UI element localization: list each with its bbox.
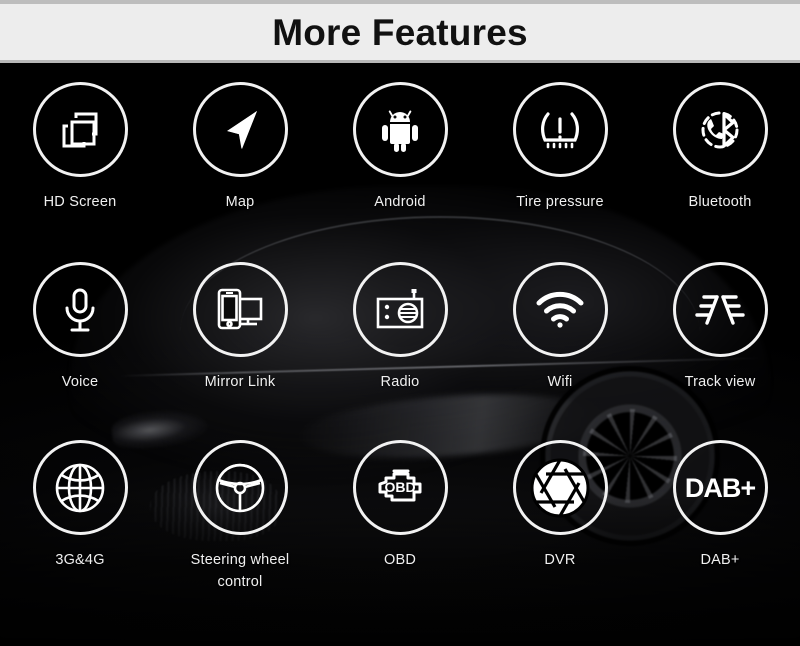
feature-label: DVR bbox=[544, 552, 576, 568]
obd-icon-text: OBD bbox=[384, 479, 415, 495]
feature-label: Android bbox=[374, 194, 426, 210]
camera-aperture-icon bbox=[530, 458, 590, 517]
feature-label: Track view bbox=[684, 374, 756, 390]
feature-item-bluetooth[interactable]: Bluetooth bbox=[640, 82, 800, 262]
feature-grid: HD Screen Map Android Tire pressure Blue… bbox=[0, 66, 800, 646]
icon-circle bbox=[672, 82, 768, 177]
tire-pressure-warning-icon bbox=[541, 111, 579, 148]
feature-item-obd[interactable]: OBD OBD bbox=[320, 440, 480, 630]
feature-item-dvr[interactable]: DVR bbox=[480, 440, 640, 630]
icon-circle bbox=[512, 82, 608, 177]
dab-icon-text: DAB+ bbox=[685, 473, 755, 503]
feature-label: Radio bbox=[380, 374, 420, 390]
track-view-icon bbox=[695, 294, 745, 325]
page-title: More Features bbox=[272, 11, 528, 53]
icon-circle bbox=[192, 440, 288, 535]
header-bar: More Features bbox=[0, 4, 800, 63]
feature-item-mirror-link[interactable]: Mirror Link bbox=[160, 262, 320, 440]
hd-screen-icon bbox=[62, 112, 98, 147]
feature-label: 3G&4G bbox=[55, 552, 105, 568]
feature-item-voice[interactable]: Voice bbox=[0, 262, 160, 440]
feature-label: OBD bbox=[383, 552, 417, 568]
feature-item-radio[interactable]: Radio bbox=[320, 262, 480, 440]
feature-item-track-view[interactable]: Track view bbox=[640, 262, 800, 440]
feature-poster: More Features HD Screen Map Android Tire… bbox=[0, 0, 800, 646]
hero-section: HD Screen Map Android Tire pressure Blue… bbox=[0, 66, 800, 646]
icon-circle bbox=[512, 262, 608, 357]
feature-label: DAB+ bbox=[700, 552, 740, 568]
icon-circle: OBD bbox=[352, 440, 448, 535]
icon-circle bbox=[672, 262, 768, 357]
feature-label: HD Screen bbox=[43, 194, 117, 210]
feature-item-3g-4g[interactable]: 3G&4G bbox=[0, 440, 160, 630]
feature-label: Voice bbox=[61, 374, 99, 390]
icon-circle: DAB+ bbox=[672, 440, 768, 535]
obd-engine-icon: OBD bbox=[378, 469, 422, 501]
icon-circle bbox=[352, 82, 448, 177]
icon-circle bbox=[32, 262, 128, 357]
feature-item-tire-pressure[interactable]: Tire pressure bbox=[480, 82, 640, 262]
globe-icon bbox=[55, 463, 105, 512]
feature-item-map[interactable]: Map bbox=[160, 82, 320, 262]
icon-circle bbox=[192, 262, 288, 357]
microphone-icon bbox=[65, 288, 95, 331]
feature-label: Mirror Link bbox=[204, 374, 276, 390]
icon-circle bbox=[32, 82, 128, 177]
radio-icon bbox=[376, 288, 424, 328]
icon-circle bbox=[32, 440, 128, 535]
dab-plus-icon: DAB+ bbox=[685, 473, 756, 503]
feature-label: Map bbox=[225, 194, 255, 210]
feature-label: Steering wheel control bbox=[190, 552, 290, 591]
wifi-icon bbox=[536, 291, 584, 328]
icon-circle bbox=[192, 82, 288, 177]
steering-wheel-icon bbox=[215, 463, 265, 512]
icon-circle bbox=[352, 262, 448, 357]
feature-label: Bluetooth bbox=[688, 194, 752, 210]
bluetooth-phone-icon bbox=[701, 111, 739, 148]
mirror-link-icon bbox=[217, 288, 263, 329]
android-robot-icon bbox=[382, 110, 418, 152]
navigation-arrow-icon bbox=[227, 110, 257, 149]
feature-item-steering-wheel-control[interactable]: Steering wheel control bbox=[160, 440, 320, 630]
feature-item-wifi[interactable]: Wifi bbox=[480, 262, 640, 440]
feature-item-hd-screen[interactable]: HD Screen bbox=[0, 82, 160, 262]
feature-label: Tire pressure bbox=[516, 194, 604, 210]
icon-circle bbox=[512, 440, 608, 535]
feature-item-dab-plus[interactable]: DAB+ DAB+ bbox=[640, 440, 800, 630]
feature-item-android[interactable]: Android bbox=[320, 82, 480, 262]
feature-label: Wifi bbox=[547, 374, 573, 390]
